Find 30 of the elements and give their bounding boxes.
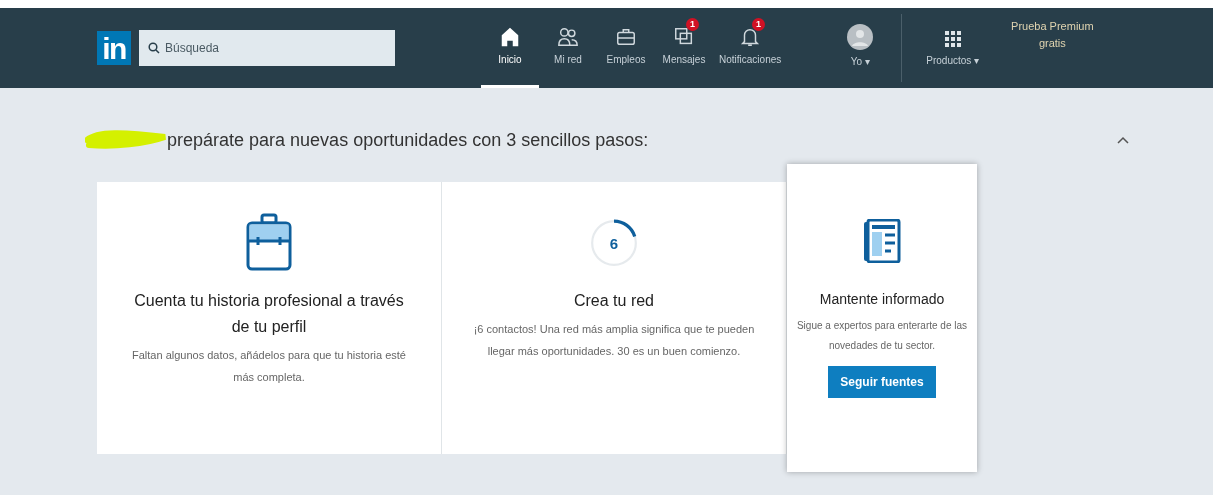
- nav-tab[interactable]: Mensajes 1: [655, 8, 713, 88]
- notification-badge: 1: [686, 18, 699, 31]
- contact-count: 6: [609, 235, 619, 251]
- progress-ring: [590, 219, 638, 267]
- step-description: Sigue a expertos para enterarte de las novedades de tu sector.: [795, 319, 969, 353]
- nav-tab[interactable]: Notificaciones 1: [713, 8, 788, 88]
- grid-icon: [942, 28, 963, 49]
- follow-sources-button[interactable]: Seguir fuentes: [828, 366, 936, 398]
- newspaper-icon: [863, 219, 901, 263]
- step-description: ¡6 contactos! Una red más amplia significa que te pueden llegar más oportunidades. 30 es un buen comienzo.: [472, 322, 756, 359]
- home-icon: [499, 26, 521, 48]
- premium-link[interactable]: Prueba Premium gratis: [1011, 8, 1094, 88]
- nav-tab[interactable]: Inicio: [481, 8, 539, 88]
- nav-tab[interactable]: Empleos: [597, 8, 655, 88]
- avatar-icon: [847, 24, 874, 50]
- people-icon: [557, 26, 579, 48]
- briefcase-icon: [246, 213, 292, 273]
- step-title: Mantente informado: [819, 290, 945, 309]
- search-field[interactable]: Búsqueda: [139, 30, 395, 66]
- nav-tab[interactable]: Mi red: [539, 8, 597, 88]
- products-menu[interactable]: Productos ▾: [914, 8, 992, 88]
- greeting-text: prepárate para nuevas oportunidades con 3 sencillos pasos:: [167, 128, 649, 152]
- step-description: Faltan algunos datos, añádelos para que tu historia esté más completa.: [131, 348, 407, 385]
- notification-badge: 1: [752, 18, 766, 31]
- step-title: Cuenta tu historia profesional a través de tu perfil: [133, 291, 405, 337]
- search-icon: [148, 42, 160, 54]
- logo[interactable]: in: [97, 31, 131, 65]
- nav-tab[interactable]: Yo ▾: [831, 8, 890, 88]
- step-title: Crea tu red: [573, 291, 654, 311]
- briefcase-icon: [615, 26, 637, 48]
